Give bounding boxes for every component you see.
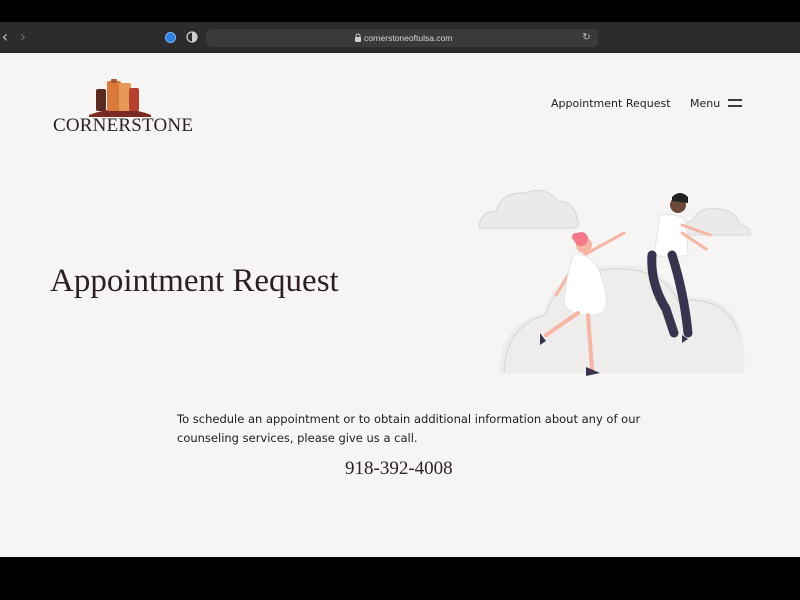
shield-icon[interactable] (186, 31, 198, 43)
hamburger-icon (728, 99, 743, 107)
web-page: CORNERSTONE Appointment Request Menu App… (0, 53, 800, 557)
bottom-bezel (0, 557, 800, 600)
url-text: cornerstoneoftulsa.com (364, 33, 453, 43)
nav-appointment-request-link[interactable]: Appointment Request (551, 97, 671, 110)
menu-label: Menu (690, 96, 721, 110)
menu-button[interactable]: Menu (690, 94, 743, 112)
lock-icon (355, 33, 361, 42)
phone-number-link[interactable]: 918-392-4008 (345, 458, 453, 480)
logo-text: CORNERSTONE (53, 115, 194, 136)
reload-icon[interactable]: ↻ (581, 32, 592, 43)
screen: ‹ › cornerstoneoftulsa.com ↻ CORNERSTONE… (0, 0, 800, 600)
intro-paragraph: To schedule an appointment or to obtain … (177, 412, 641, 445)
extension-icon[interactable] (165, 32, 176, 43)
couple-floating-illustration (478, 189, 751, 376)
page-title: Appointment Request (50, 263, 339, 299)
top-bezel (0, 0, 800, 22)
browser-toolbar: ‹ › cornerstoneoftulsa.com ↻ (0, 22, 800, 54)
address-bar[interactable]: cornerstoneoftulsa.com ↻ (206, 29, 598, 47)
back-arrow-icon[interactable]: ‹ (0, 28, 12, 46)
site-logo[interactable]: CORNERSTONE (53, 79, 193, 139)
cornerstone-logo-mark-icon (89, 79, 151, 117)
forward-arrow-icon[interactable]: › (16, 28, 30, 46)
